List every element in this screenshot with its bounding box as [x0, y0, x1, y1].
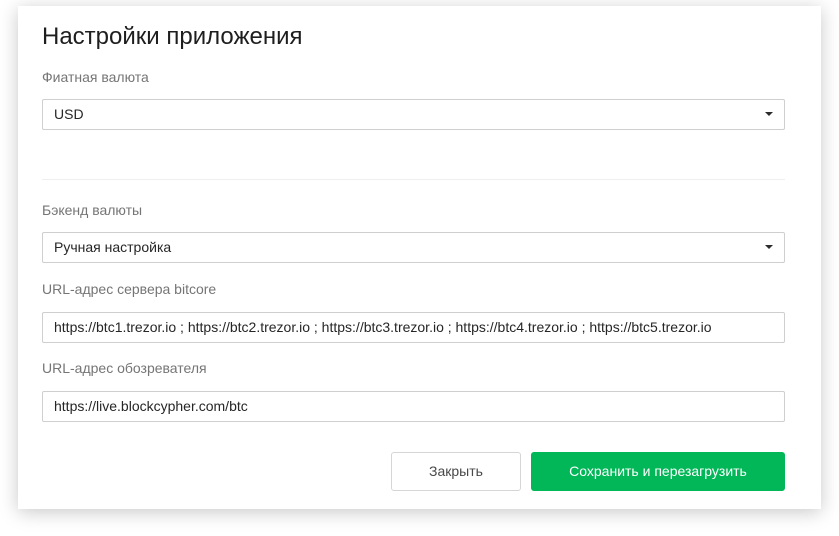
- caret-down-icon: [765, 112, 773, 116]
- fiat-currency-value: USD: [54, 106, 84, 122]
- settings-dialog: Настройки приложения Фиатная валюта USD …: [18, 6, 821, 509]
- explorer-url-value: https://live.blockcypher.com/btc: [54, 398, 248, 414]
- fiat-currency-label: Фиатная валюта: [42, 69, 149, 85]
- dialog-title: Настройки приложения: [42, 23, 303, 50]
- currency-backend-select[interactable]: Ручная настройка: [42, 232, 785, 263]
- bitcore-url-label: URL-адрес сервера bitcore: [42, 281, 217, 297]
- explorer-url-input[interactable]: https://live.blockcypher.com/btc: [42, 391, 785, 422]
- close-button[interactable]: Закрыть: [391, 452, 521, 491]
- save-and-reload-button[interactable]: Сохранить и перезагрузить: [531, 452, 785, 491]
- bitcore-url-value: https://btc1.trezor.io ; https://btc2.tr…: [54, 319, 712, 335]
- currency-backend-label: Бэкенд валюты: [42, 202, 143, 218]
- currency-backend-value: Ручная настройка: [54, 239, 172, 255]
- bitcore-url-input[interactable]: https://btc1.trezor.io ; https://btc2.tr…: [42, 312, 785, 343]
- section-divider: [42, 179, 785, 180]
- fiat-currency-select[interactable]: USD: [42, 99, 785, 130]
- explorer-url-label: URL-адрес обозревателя: [42, 360, 207, 376]
- caret-down-icon: [765, 245, 773, 249]
